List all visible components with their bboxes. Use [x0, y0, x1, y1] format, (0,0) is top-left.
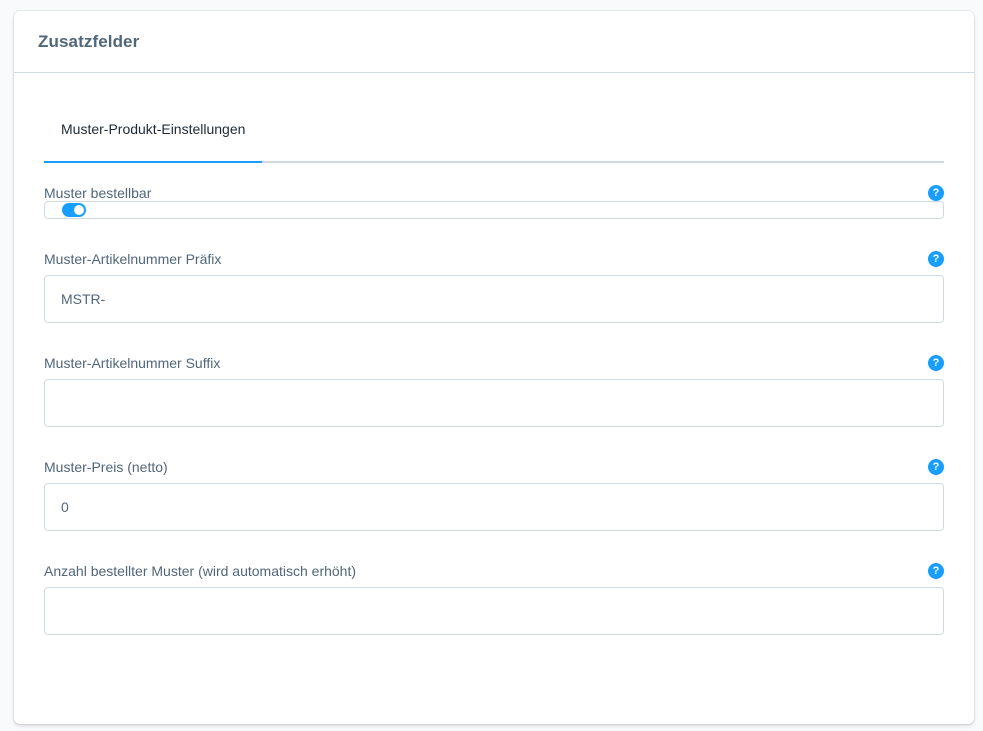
field-label: Muster-Artikelnummer Suffix: [44, 355, 221, 371]
card-body: Muster-Produkt-Einstellungen Muster best…: [14, 111, 974, 635]
card-title: Zusatzfelder: [38, 31, 140, 51]
sample-order-count-input[interactable]: [44, 587, 944, 635]
tab-bar: Muster-Produkt-Einstellungen: [44, 111, 944, 163]
help-icon[interactable]: ?: [928, 251, 944, 267]
help-icon[interactable]: ?: [928, 563, 944, 579]
help-icon[interactable]: ?: [928, 355, 944, 371]
field-label-row: Muster-Preis (netto) ?: [44, 458, 944, 476]
field-sample-sku-prefix: Muster-Artikelnummer Präfix ?: [44, 250, 944, 323]
help-icon[interactable]: ?: [928, 185, 944, 201]
field-label: Anzahl bestellter Muster (wird automatis…: [44, 563, 357, 579]
toggle-knob: [74, 205, 84, 215]
field-label: Muster-Artikelnummer Präfix: [44, 251, 222, 267]
sample-orderable-toggle[interactable]: [62, 203, 86, 217]
field-sample-sku-suffix: Muster-Artikelnummer Suffix ?: [44, 354, 944, 427]
field-label-row: Muster bestellbar ?: [44, 184, 944, 202]
field-label: Muster-Preis (netto): [44, 459, 168, 475]
toggle-container: [44, 201, 944, 219]
field-sample-price: Muster-Preis (netto) ?: [44, 458, 944, 531]
sample-sku-prefix-input[interactable]: [44, 275, 944, 323]
additional-fields-card: Zusatzfelder Muster-Produkt-Einstellunge…: [14, 11, 974, 724]
field-label-row: Muster-Artikelnummer Suffix ?: [44, 354, 944, 372]
field-sample-order-count: Anzahl bestellter Muster (wird automatis…: [44, 562, 944, 635]
tab-sample-product-settings[interactable]: Muster-Produkt-Einstellungen: [44, 111, 263, 163]
sample-sku-suffix-input[interactable]: [44, 379, 944, 427]
field-sample-orderable: Muster bestellbar ?: [44, 184, 944, 219]
sample-price-input[interactable]: [44, 483, 944, 531]
card-header: Zusatzfelder: [14, 11, 974, 73]
field-label-row: Anzahl bestellter Muster (wird automatis…: [44, 562, 944, 580]
help-icon[interactable]: ?: [928, 459, 944, 475]
field-label: Muster bestellbar: [44, 185, 152, 201]
field-label-row: Muster-Artikelnummer Präfix ?: [44, 250, 944, 268]
